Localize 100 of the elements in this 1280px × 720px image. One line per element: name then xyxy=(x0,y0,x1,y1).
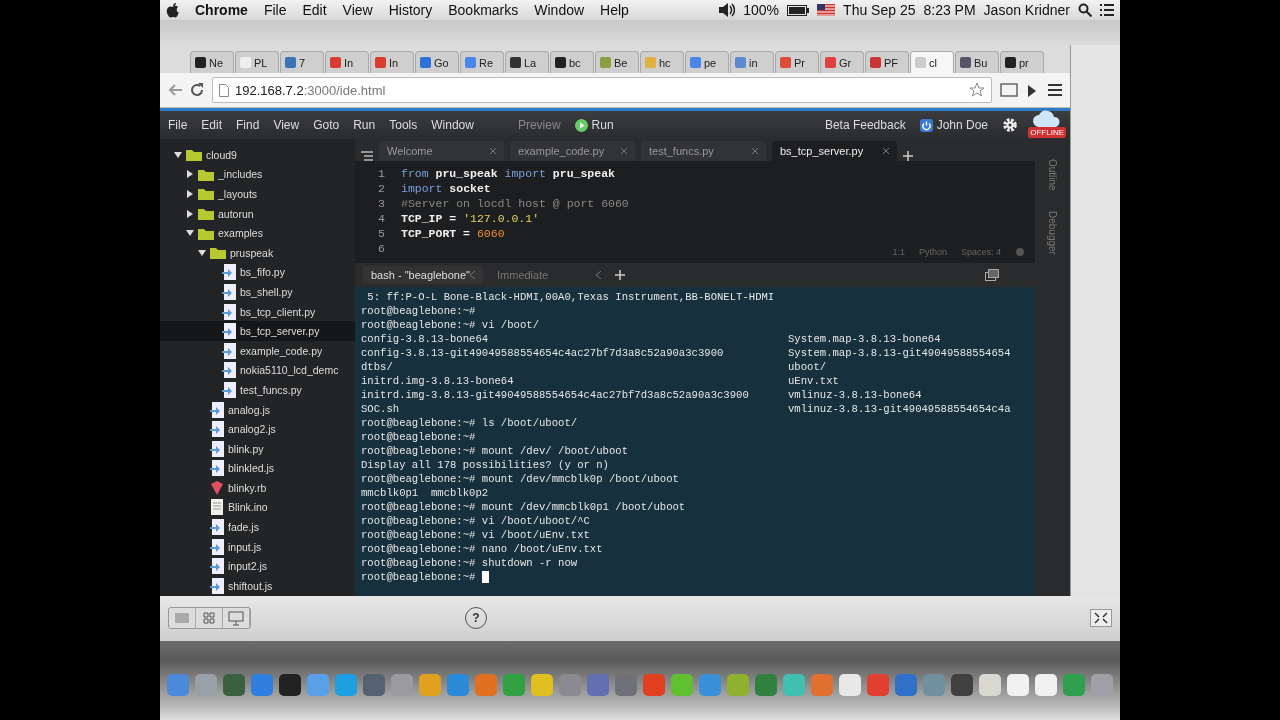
tree-item[interactable]: fade.js xyxy=(160,517,355,537)
preview-button[interactable]: Preview xyxy=(517,118,561,132)
browser-tab[interactable]: In xyxy=(325,51,369,73)
terminal-line: initrd.img-3.8.13-bone64 xyxy=(361,375,515,389)
caret-icon xyxy=(596,271,601,279)
browser-tab[interactable]: Re xyxy=(460,51,504,73)
browser-tab[interactable]: Be xyxy=(595,51,639,73)
browser-tab[interactable]: Go xyxy=(415,51,459,73)
user-name[interactable]: Jason Kridner xyxy=(983,2,1070,18)
tree-item[interactable]: example_code.py xyxy=(160,340,355,361)
menu-item[interactable]: File xyxy=(168,118,188,132)
tree-item[interactable]: cloud9 xyxy=(160,145,355,165)
clock-date: Thu Sep 25 xyxy=(843,2,916,18)
tree-item[interactable]: bs_tcp_client.py xyxy=(160,301,355,322)
app-icon[interactable] xyxy=(1007,674,1029,696)
user-button[interactable]: John Doe xyxy=(919,118,988,132)
terminal-tab[interactable]: bash - "beaglebone" xyxy=(363,266,483,284)
reload-icon xyxy=(190,83,204,97)
windows-icon xyxy=(985,269,999,281)
app-icon[interactable] xyxy=(223,674,245,696)
terminal-line: config-3.8.13-git49049588554654c4ac27bf7d3a8c52a90a3c3900 xyxy=(361,347,725,361)
app-icon[interactable] xyxy=(1035,674,1057,696)
tree-item[interactable]: bs_shell.py xyxy=(160,282,355,302)
menu-item[interactable]: Help xyxy=(600,2,629,18)
terminal-line: root@beaglebone:~# mount /dev/ /boot/uboot xyxy=(361,445,629,459)
menu-item[interactable]: Edit xyxy=(302,2,327,18)
run-button[interactable]: Run xyxy=(574,118,614,132)
collapse-arrow-icon xyxy=(186,229,194,238)
url-text: 192.168.7.2:3000/ide.html xyxy=(235,82,386,98)
browser-tab[interactable]: In xyxy=(370,51,414,73)
terminal-line: vmlinuz-3.8.13-bone64 xyxy=(788,389,923,403)
editor-tab[interactable]: test_funcs.py xyxy=(641,141,766,161)
app-icon[interactable] xyxy=(839,674,861,696)
tree-item[interactable]: blinky.rb xyxy=(160,478,355,498)
terminal-line: root@beaglebone:~# mount /dev/mmcblk0p1 /boot/uboot xyxy=(361,501,687,515)
menu-item[interactable]: Tools xyxy=(389,118,418,132)
menu-item[interactable]: Run xyxy=(353,118,376,132)
browser-tab[interactable]: Bu xyxy=(955,51,999,73)
tree-item[interactable]: nokia5110_lcd_demc xyxy=(160,360,355,381)
terminal-line: System.map-3.8.13-git49049588554654 xyxy=(788,347,1012,361)
menu-item[interactable]: View xyxy=(273,118,300,132)
menu-item[interactable]: Bookmarks xyxy=(448,2,519,18)
app-icon[interactable] xyxy=(279,674,301,696)
folder-icon xyxy=(210,246,226,260)
menu-item[interactable]: Window xyxy=(431,118,474,132)
tree-item[interactable]: input.js xyxy=(160,536,355,557)
editor-tab[interactable]: bs_tcp_server.py xyxy=(772,141,897,161)
tree-item[interactable]: examples xyxy=(160,223,355,243)
tree-item[interactable]: bs_tcp_server.py xyxy=(160,321,355,341)
tree-item[interactable]: pruspeak xyxy=(160,242,355,263)
menu-item[interactable]: File xyxy=(263,2,287,18)
tree-item[interactable]: _layouts xyxy=(160,184,355,204)
editor-tab[interactable]: example_code.py xyxy=(510,141,635,161)
file-icon xyxy=(222,303,236,320)
tree-item[interactable]: autorun xyxy=(160,203,355,224)
app-icon[interactable] xyxy=(531,674,553,696)
cast-icon xyxy=(1000,83,1018,97)
browser-tab[interactable]: pe xyxy=(685,51,729,73)
browser-tab[interactable]: Ne xyxy=(190,51,234,73)
browser-tab[interactable]: PF xyxy=(865,51,909,73)
tree-item[interactable]: analog2.js xyxy=(160,419,355,439)
browser-tab[interactable]: 7 xyxy=(280,51,324,73)
tree-item[interactable]: bs_fifo.py xyxy=(160,262,355,283)
tree-item[interactable]: analog.js xyxy=(160,399,355,420)
editor-tab[interactable]: Welcome xyxy=(379,141,504,161)
tab-list-icon xyxy=(361,151,373,161)
file-icon xyxy=(210,401,224,418)
browser-tab[interactable]: Pr xyxy=(775,51,819,73)
page-icon xyxy=(219,83,229,97)
tree-item[interactable]: blinkled.js xyxy=(160,458,355,479)
menu-item[interactable]: History xyxy=(388,2,433,18)
app-icon[interactable] xyxy=(363,674,385,696)
ruby-icon xyxy=(210,479,224,496)
tree-item[interactable]: _includes xyxy=(160,164,355,185)
app-icon[interactable] xyxy=(951,674,973,696)
tree-item[interactable]: test_funcs.py xyxy=(160,380,355,400)
tree-item[interactable]: shiftout.js xyxy=(160,576,355,596)
browser-tab[interactable]: in xyxy=(730,51,774,73)
collapse-arrow-icon xyxy=(198,248,206,257)
menu-item[interactable]: Window xyxy=(534,2,585,18)
browser-tab[interactable]: cl xyxy=(910,51,954,73)
app-icon[interactable] xyxy=(979,674,1001,696)
folder-icon xyxy=(198,226,214,240)
browser-tab[interactable]: bc xyxy=(550,51,594,73)
tree-item[interactable]: blink.py xyxy=(160,438,355,459)
browser-tab[interactable]: pr xyxy=(1000,51,1044,73)
view-switcher[interactable] xyxy=(168,607,251,630)
browser-tab[interactable]: La xyxy=(505,51,549,73)
browser-tab[interactable]: Gr xyxy=(820,51,864,73)
address-bar[interactable]: 192.168.7.2:3000/ide.html xyxy=(212,77,992,103)
tree-item[interactable]: Blink.ino xyxy=(160,497,355,518)
tree-item[interactable]: input2.js xyxy=(160,556,355,577)
menu-item[interactable]: Goto xyxy=(313,118,340,132)
menu-item[interactable]: Edit xyxy=(201,118,223,132)
menu-item[interactable]: Find xyxy=(236,118,260,132)
browser-tab[interactable]: hc xyxy=(640,51,684,73)
menu-item[interactable]: Chrome xyxy=(195,2,248,18)
menu-item[interactable]: View xyxy=(342,2,373,18)
feedback-link[interactable]: Beta Feedback xyxy=(824,118,906,132)
browser-tab[interactable]: PL xyxy=(235,51,279,73)
